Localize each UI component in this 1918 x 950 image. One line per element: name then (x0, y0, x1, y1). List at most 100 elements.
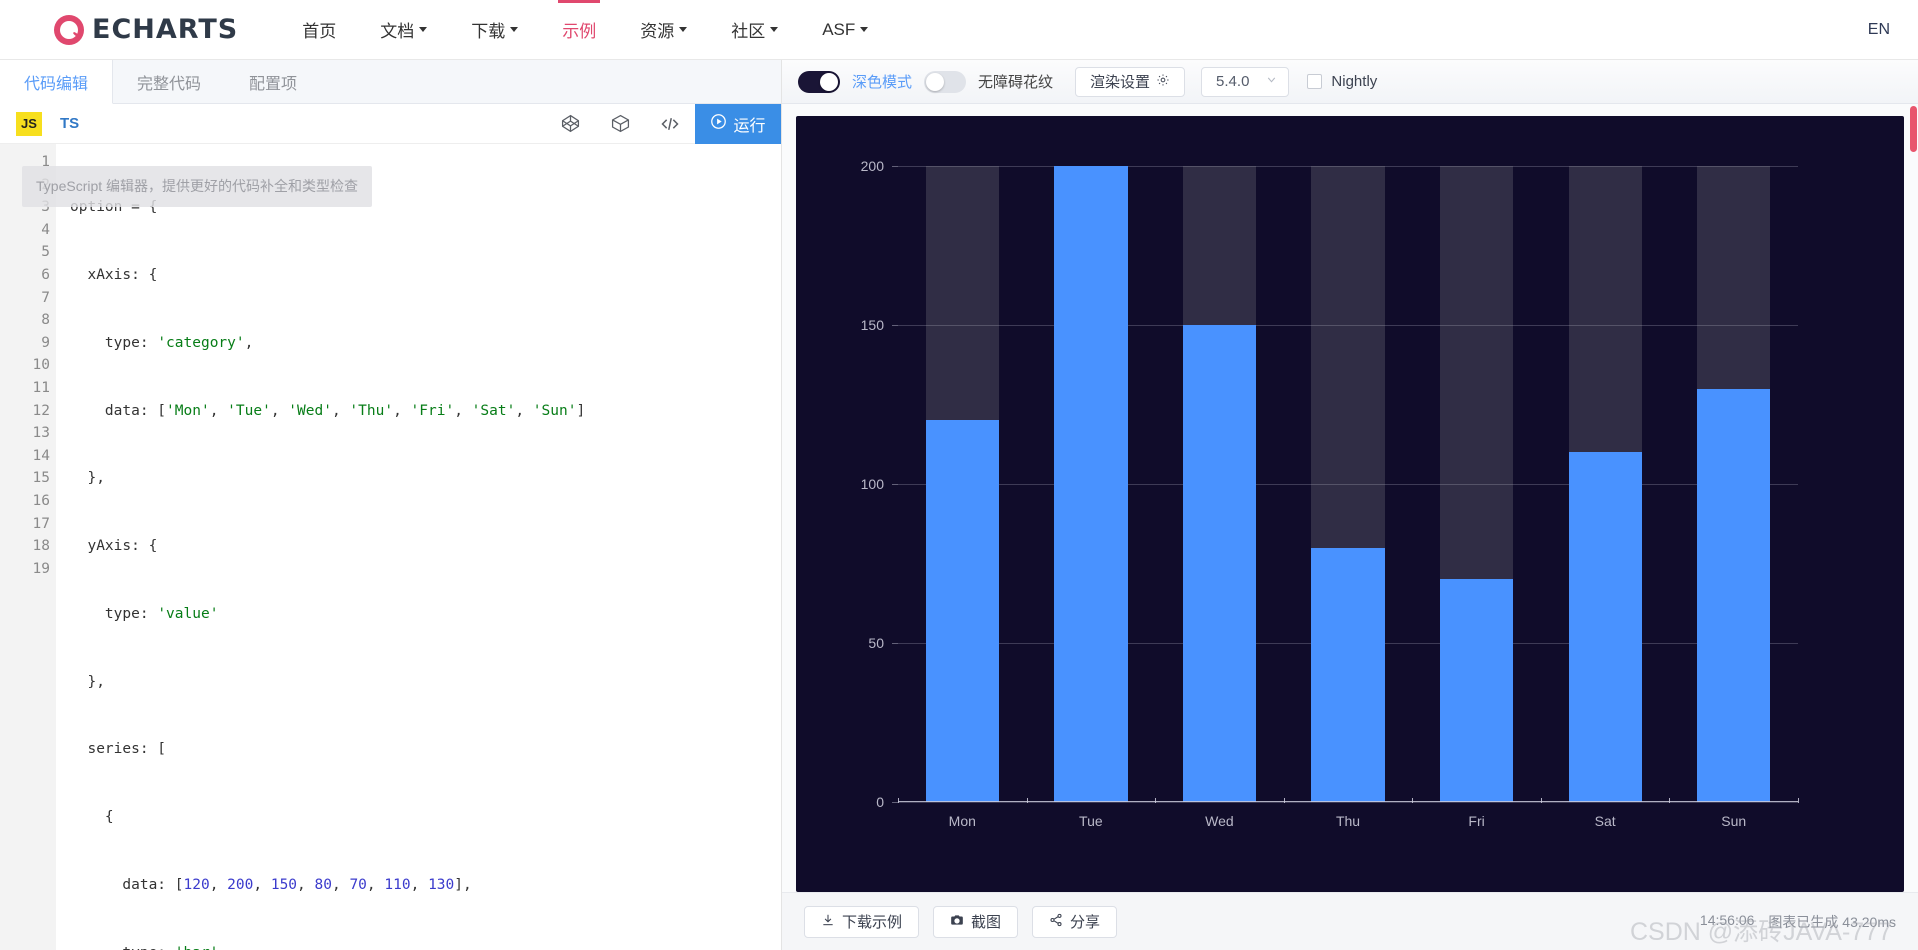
nav-item-label: 资源 (640, 22, 675, 41)
lang-toggle-js[interactable]: JS (16, 111, 42, 136)
toggle-knob (926, 72, 945, 91)
bar-wed[interactable] (1182, 325, 1257, 802)
bar-fri[interactable] (1439, 579, 1514, 802)
nav-item-label: ASF (822, 19, 856, 39)
chevron-down-icon (860, 27, 869, 32)
render-settings-label: 渲染设置 (1090, 74, 1151, 91)
nav-item-label: 文档 (380, 22, 415, 41)
code-editor[interactable]: 1 2 3 4 5 6 7 8 9 10 11 12 13 14 15 16 1… (0, 144, 781, 950)
run-button-label: 运行 (733, 117, 766, 135)
dark-mode-label: 深色模式 (852, 74, 913, 91)
codesandbox-icon[interactable] (603, 107, 637, 141)
nav-item-docs[interactable]: 文档 (358, 0, 449, 60)
chevron-down-icon (510, 27, 519, 32)
line-number: 15 (32, 470, 50, 487)
code-line: option = { (70, 199, 158, 216)
nav-item-examples[interactable]: 示例 (540, 0, 618, 60)
preview-toolbar: 深色模式 无障碍花纹 渲染设置 5.4.0 Nightly (782, 60, 1918, 104)
accessibility-pattern-label: 无障碍花纹 (978, 74, 1054, 91)
editor-toolbar-icons (545, 107, 695, 141)
scrollbar-thumb[interactable] (1910, 106, 1917, 152)
language-switch[interactable]: EN (1868, 21, 1890, 39)
line-number: 7 (41, 289, 50, 306)
tab-label: 配置项 (249, 75, 298, 93)
download-example-button[interactable]: 下载示例 (804, 905, 920, 938)
line-number: 16 (32, 492, 50, 509)
echarts-canvas[interactable]: 0 50 100 150 200 Mon Tue Wed Thu Fri Sat… (796, 116, 1904, 892)
main-content: 代码编辑 完整代码 配置项 JS TS 运行 1 2 3 4 5 6 7 8 9… (0, 60, 1918, 950)
x-axis-tick-label: Sat (1594, 813, 1616, 829)
bar-slot[interactable]: Tue (1026, 166, 1156, 829)
preview-bottom-bar: 下载示例 截图 分享 14:56:06 图表已生成 43.20ms CSDN @… (782, 892, 1918, 950)
y-axis-tick-label: 100 (860, 476, 884, 492)
bar-slot[interactable]: Fri (1412, 166, 1541, 829)
button-label: 分享 (1070, 914, 1101, 931)
line-number: 14 (32, 447, 50, 464)
bar-slot[interactable]: Mon (898, 166, 1027, 829)
line-number: 2 (41, 176, 50, 193)
code-line: type: 'value' (70, 605, 219, 622)
chevron-down-icon (419, 27, 428, 32)
y-axis-tick-label: 0 (876, 794, 884, 810)
share-button[interactable]: 分享 (1032, 905, 1118, 938)
codepen-icon[interactable] (553, 107, 587, 141)
nav-item-asf[interactable]: ASF (800, 0, 890, 60)
line-number: 10 (32, 357, 50, 374)
status-message: 图表已生成 43.20ms (1768, 913, 1896, 930)
top-navbar: ECHARTS 首页 文档 下载 示例 资源 社区 ASF EN (0, 0, 1918, 60)
run-button[interactable]: 运行 (695, 103, 781, 144)
bar-slot[interactable]: Wed (1155, 166, 1284, 829)
code-line: data: [120, 200, 150, 80, 70, 110, 130], (70, 877, 472, 893)
code-embed-icon[interactable] (653, 107, 687, 141)
chevron-down-icon (679, 27, 688, 32)
bar-thu[interactable] (1311, 547, 1385, 802)
status-timestamp: 14:56:06 (1699, 911, 1755, 928)
dark-mode-toggle[interactable] (798, 70, 840, 93)
code-line: series: [ (70, 741, 167, 758)
line-number: 3 (41, 199, 50, 216)
x-axis-tick-label: Mon (948, 813, 976, 829)
tab-label: 完整代码 (137, 75, 202, 93)
nav-item-resources[interactable]: 资源 (618, 0, 709, 60)
tab-options[interactable]: 配置项 (225, 60, 322, 103)
nav-item-home[interactable]: 首页 (280, 0, 358, 60)
nav-menu: 首页 文档 下载 示例 资源 社区 ASF (280, 0, 890, 60)
nightly-checkbox[interactable]: Nightly (1307, 73, 1377, 90)
version-value: 5.4.0 (1216, 73, 1250, 90)
x-axis-tick-label: Tue (1079, 813, 1103, 829)
line-number: 4 (41, 221, 50, 238)
screenshot-button[interactable]: 截图 (933, 905, 1019, 938)
tab-code-editor[interactable]: 代码编辑 (0, 60, 114, 104)
nightly-label: Nightly (1331, 73, 1378, 90)
share-icon (1049, 913, 1063, 931)
chevron-down-icon (1265, 73, 1278, 90)
bar-tue[interactable] (1054, 166, 1128, 802)
bar-mon[interactable] (925, 420, 999, 802)
line-number: 11 (32, 379, 50, 396)
chevron-down-icon (770, 27, 779, 32)
nav-item-download[interactable]: 下载 (449, 0, 540, 60)
accessibility-pattern-toggle[interactable] (924, 70, 967, 93)
render-settings-button[interactable]: 渲染设置 (1075, 66, 1186, 97)
code-line: { (70, 809, 114, 826)
tab-full-code[interactable]: 完整代码 (113, 60, 226, 103)
line-number: 18 (32, 538, 50, 555)
code-line: data: ['Mon', 'Tue', 'Wed', 'Thu', 'Fri'… (70, 402, 586, 419)
bar-sat[interactable] (1568, 452, 1642, 802)
bar-slot[interactable]: Sat (1540, 166, 1670, 829)
lang-toggle-ts[interactable]: TS (60, 115, 79, 132)
line-number: 12 (32, 402, 50, 419)
bar-sun[interactable] (1697, 388, 1771, 802)
x-axis-tick-label: Sun (1721, 813, 1747, 829)
page-scrollbar[interactable] (1909, 44, 1918, 890)
line-number: 8 (41, 312, 50, 329)
code-content[interactable]: option = { xAxis: { type: 'category', da… (56, 144, 781, 950)
tab-label: 代码编辑 (24, 75, 89, 93)
nav-item-community[interactable]: 社区 (709, 0, 800, 60)
code-line: yAxis: { (70, 538, 158, 555)
brand-logo[interactable]: ECHARTS (0, 13, 238, 47)
version-select[interactable]: 5.4.0 (1201, 66, 1290, 97)
code-line: type: 'bar', (70, 942, 781, 950)
bar-slot[interactable]: Sun (1669, 166, 1800, 829)
bar-slot[interactable]: Thu (1283, 166, 1413, 829)
